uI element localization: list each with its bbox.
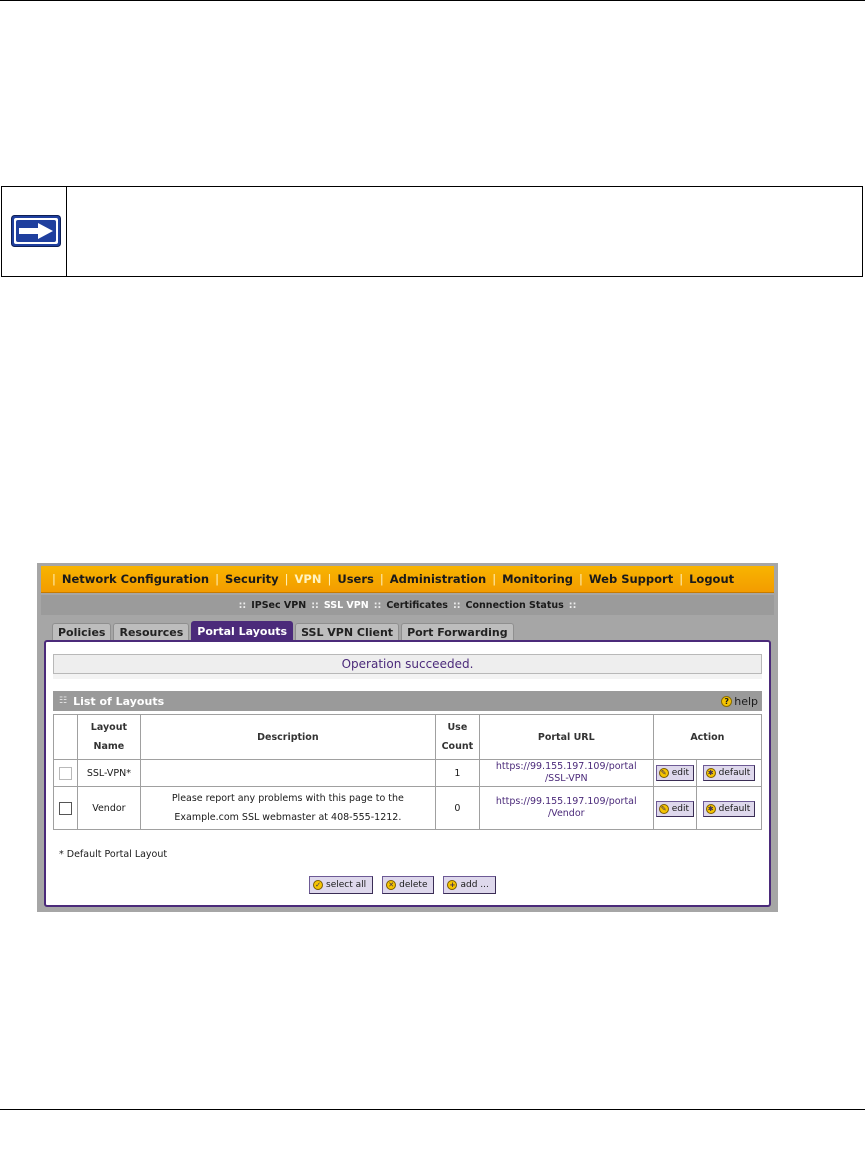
- menu-web-support[interactable]: Web Support: [589, 572, 673, 586]
- help-link[interactable]: ? help: [721, 695, 758, 708]
- note-divider: [66, 187, 67, 276]
- edit-icon: ✎: [658, 804, 669, 814]
- layout-name: SSL-VPN*: [76, 759, 141, 787]
- col-layout-name: Layout Name: [76, 714, 141, 760]
- note-box: [1, 186, 863, 277]
- portal-url-link[interactable]: https://99.155.197.109/portal /SSL-VPN: [481, 761, 652, 785]
- edit-button[interactable]: ✎ edit: [655, 765, 694, 781]
- col-action: Action: [652, 714, 763, 760]
- tab-strip: Policies Resources Portal Layouts SSL VP…: [52, 621, 516, 641]
- list-title: List of Layouts: [73, 694, 165, 708]
- col-description: Description: [139, 714, 436, 760]
- layout-name: Vendor: [76, 786, 141, 830]
- portal-url[interactable]: https://99.155.197.109/portal /Vendor: [478, 786, 654, 830]
- col-use-count: Use Count: [434, 714, 480, 760]
- edit-icon: ✎: [658, 768, 669, 778]
- page-top-rule: [0, 0, 865, 1]
- tab-ssl-vpn-client[interactable]: SSL VPN Client: [295, 623, 400, 641]
- tab-port-forwarding[interactable]: Port Forwarding: [401, 623, 514, 641]
- default-icon: ✱: [705, 804, 716, 814]
- menu-network-configuration[interactable]: Network Configuration: [62, 572, 209, 586]
- tab-resources[interactable]: Resources: [113, 623, 190, 641]
- submenu-connection-status[interactable]: Connection Status: [466, 600, 564, 611]
- menu-administration[interactable]: Administration: [390, 572, 487, 586]
- edit-button[interactable]: ✎ edit: [655, 801, 694, 817]
- layouts-table: Layout Name Description Use Count Portal…: [53, 714, 763, 830]
- list-header: ☷ List of Layouts ? help: [53, 691, 762, 711]
- col-select: [53, 714, 78, 760]
- menu-monitoring[interactable]: Monitoring: [502, 572, 573, 586]
- submenu-ipsec-vpn[interactable]: IPSec VPN: [251, 600, 306, 611]
- table-row: Vendor Please report any problems with t…: [53, 786, 763, 830]
- portal-url[interactable]: https://99.155.197.109/portal /SSL-VPN: [478, 759, 654, 787]
- tab-portal-layouts[interactable]: Portal Layouts: [191, 621, 294, 641]
- layout-description: [139, 759, 436, 787]
- layout-description: Please report any problems with this pag…: [139, 786, 436, 830]
- list-actions: ✓ select all ✕ delete + add ...: [309, 876, 496, 894]
- help-icon: ?: [721, 695, 733, 707]
- table-header-row: Layout Name Description Use Count Portal…: [53, 714, 763, 760]
- use-count: 0: [434, 786, 480, 830]
- select-all-button[interactable]: ✓ select all: [309, 876, 374, 894]
- router-admin-window: | Network Configuration | Security | VPN…: [37, 563, 778, 912]
- default-button[interactable]: ✱ default: [702, 765, 756, 781]
- tab-policies[interactable]: Policies: [52, 623, 112, 641]
- sub-menu-bar: :: IPSec VPN :: SSL VPN :: Certificates …: [41, 595, 774, 615]
- menu-security[interactable]: Security: [225, 572, 279, 586]
- submenu-ssl-vpn[interactable]: SSL VPN: [324, 600, 369, 611]
- menu-vpn[interactable]: VPN: [295, 572, 322, 586]
- check-icon: ✓: [313, 880, 323, 890]
- default-button[interactable]: ✱ default: [702, 801, 756, 817]
- add-button[interactable]: + add ...: [443, 876, 496, 894]
- status-message: Operation succeeded.: [53, 654, 762, 674]
- submenu-certificates[interactable]: Certificates: [386, 600, 448, 611]
- delete-icon: ✕: [386, 880, 397, 890]
- default-icon: ✱: [705, 768, 716, 778]
- menu-logout[interactable]: Logout: [689, 572, 734, 586]
- add-icon: +: [447, 880, 458, 890]
- col-portal-url: Portal URL: [478, 714, 654, 760]
- table-row: SSL-VPN* 1 https://99.155.197.109/portal…: [53, 759, 763, 787]
- row-checkbox[interactable]: [58, 801, 72, 815]
- content-panel: Operation succeeded. ☷ List of Layouts ?…: [44, 640, 771, 907]
- status-shadow: [53, 674, 762, 679]
- use-count: 1: [434, 759, 480, 787]
- row-checkbox[interactable]: [58, 766, 72, 780]
- main-menu-bar: | Network Configuration | Security | VPN…: [41, 566, 774, 593]
- delete-button[interactable]: ✕ delete: [382, 876, 435, 894]
- page-bottom-rule: [0, 1109, 865, 1110]
- portal-url-link[interactable]: https://99.155.197.109/portal /Vendor: [481, 796, 652, 820]
- menu-users[interactable]: Users: [337, 572, 374, 586]
- arrow-right-icon: [11, 215, 61, 247]
- help-label[interactable]: help: [734, 695, 758, 708]
- grip-icon: ☷: [59, 696, 68, 706]
- default-layout-footnote: * Default Portal Layout: [59, 849, 168, 860]
